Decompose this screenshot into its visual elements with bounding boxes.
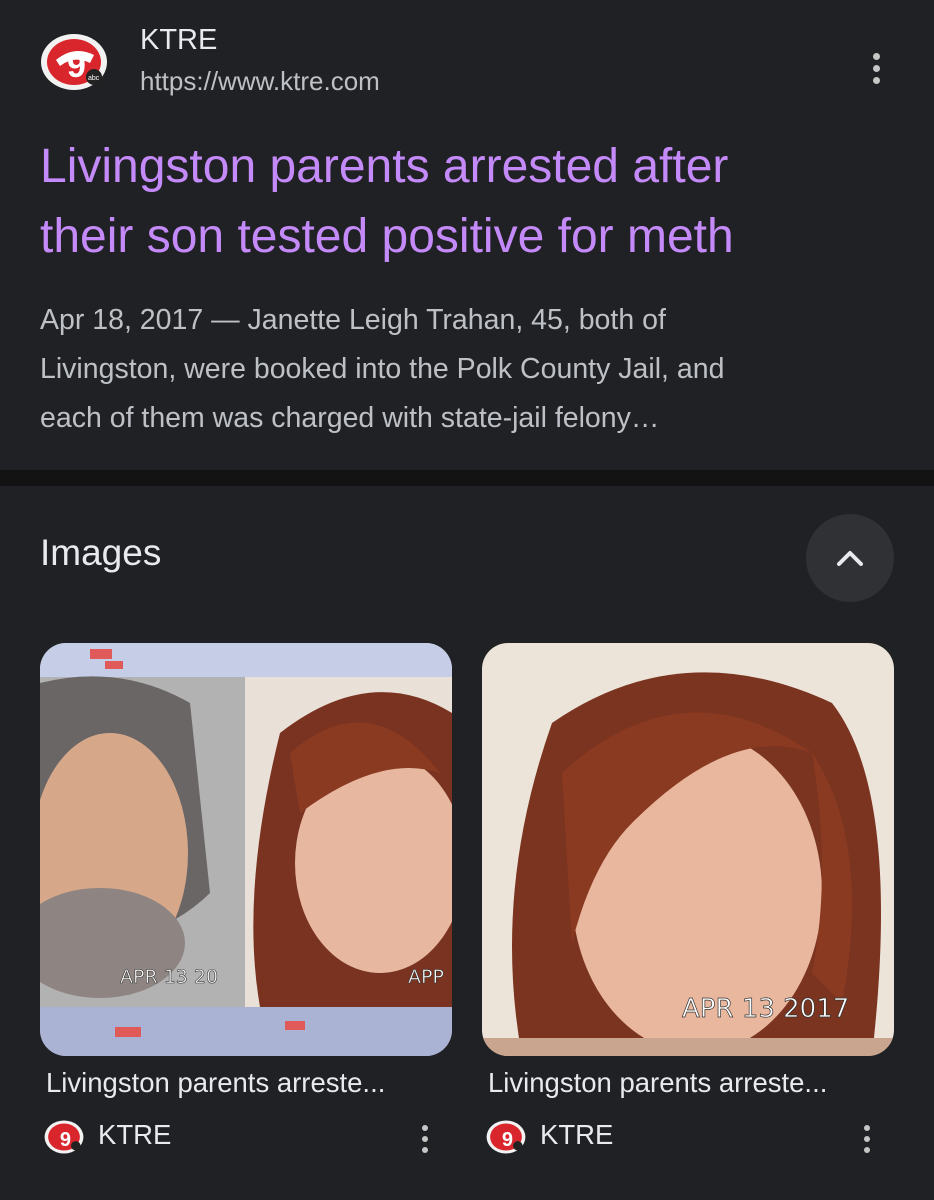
ktre-logo-icon: 9 abc <box>41 34 107 90</box>
result-title-line: Livingston parents arrested after <box>40 140 729 193</box>
date-stamp: APR 13 2017 <box>682 994 849 1024</box>
svg-text:abc: abc <box>88 75 100 82</box>
more-options-icon[interactable] <box>855 1123 879 1157</box>
mugshot-thumbnail[interactable]: APR 13 20 APP <box>40 643 452 1056</box>
section-divider <box>0 470 934 486</box>
images-heading: Images <box>40 532 162 573</box>
image-source-name[interactable]: KTRE <box>540 1119 613 1151</box>
image-caption[interactable]: Livingston parents arreste... <box>488 1067 827 1099</box>
result-snippet: Apr 18, 2017 — Janette Leigh Trahan, 45,… <box>40 296 910 443</box>
result-title-line: their son tested positive for meth <box>40 210 734 263</box>
ktre-logo-icon: 9 <box>44 1120 84 1154</box>
collapse-button[interactable] <box>806 514 894 602</box>
snippet-line: Livingston, were booked into the Polk Co… <box>40 353 725 385</box>
more-options-icon[interactable] <box>413 1123 437 1157</box>
more-options-icon[interactable] <box>862 50 892 86</box>
chevron-up-icon <box>837 551 863 566</box>
date-stamp: APP <box>408 966 444 988</box>
image-card[interactable]: APR 13 20 APP Livingston parents arreste… <box>40 643 452 1154</box>
site-url[interactable]: https://www.ktre.com <box>140 66 380 97</box>
image-caption[interactable]: Livingston parents arreste... <box>46 1067 385 1099</box>
svg-text:9: 9 <box>60 1129 71 1151</box>
image-source-name[interactable]: KTRE <box>98 1119 171 1151</box>
snippet-line: each of them was charged with state-jail… <box>40 402 660 434</box>
snippet-line: Apr 18, 2017 — Janette Leigh Trahan, 45,… <box>40 304 666 336</box>
image-card[interactable]: APR 13 2017 Livingston parents arreste..… <box>482 643 894 1154</box>
result-title-link[interactable]: Livingston parents arrested after their … <box>40 132 900 272</box>
ktre-logo-icon: 9 <box>486 1120 526 1154</box>
svg-text:9: 9 <box>67 47 86 85</box>
site-name[interactable]: KTRE <box>140 24 217 57</box>
date-stamp: APR 13 20 <box>120 966 218 988</box>
search-result: 9 abc KTRE https://www.ktre.com Livingst… <box>0 0 934 470</box>
svg-text:9: 9 <box>502 1129 513 1151</box>
mugshot-thumbnail[interactable]: APR 13 2017 <box>482 643 894 1056</box>
